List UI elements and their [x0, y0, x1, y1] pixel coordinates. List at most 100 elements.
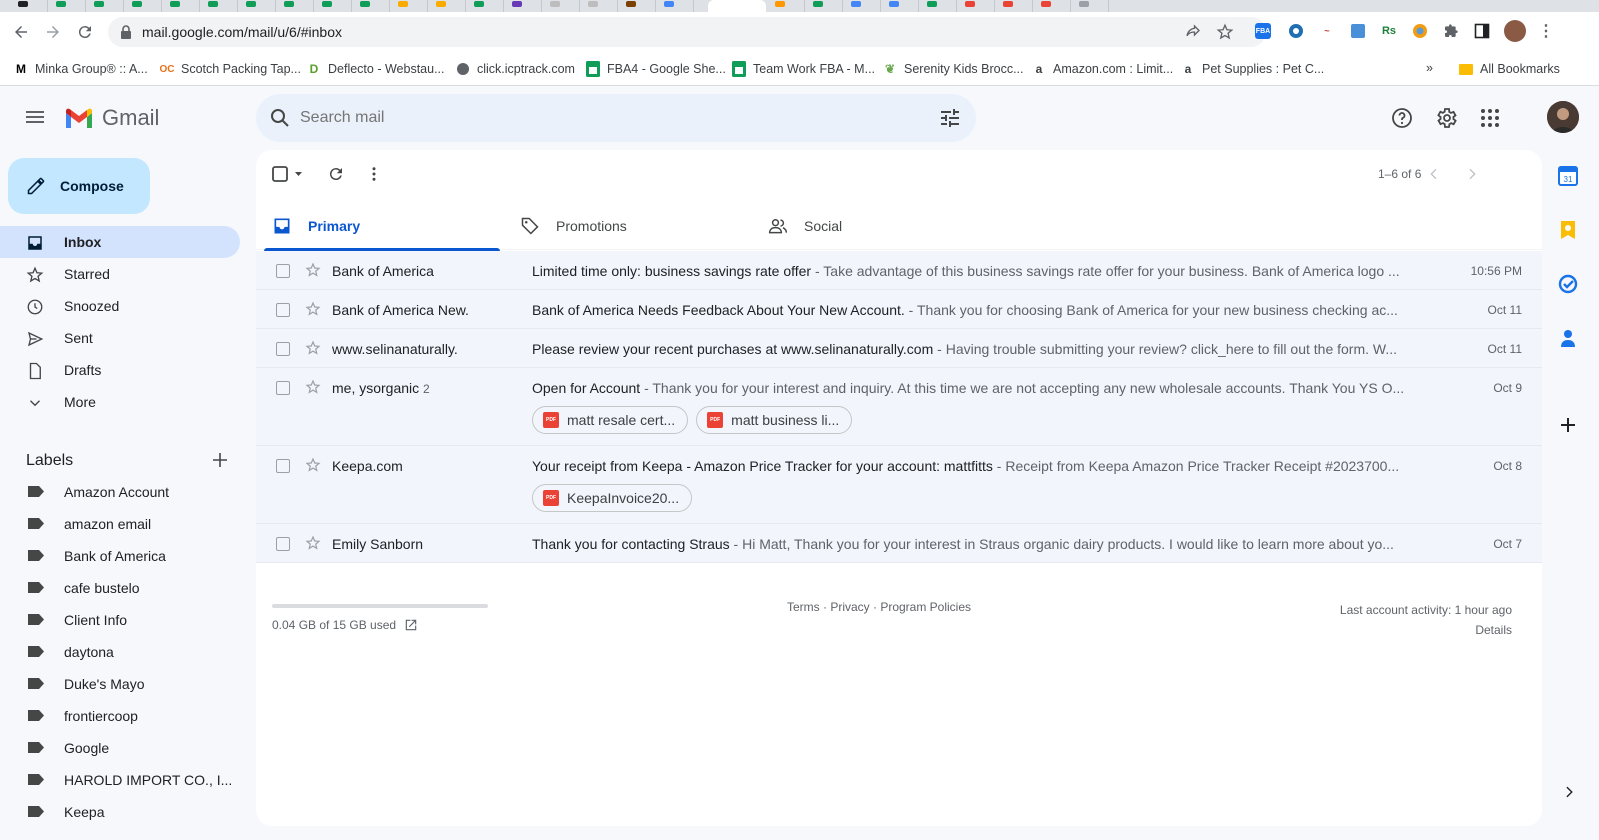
forward-button[interactable]: [41, 20, 65, 44]
browser-tab[interactable]: [843, 0, 881, 12]
keep-icon[interactable]: [1558, 220, 1578, 240]
label-item[interactable]: cafe bustelo: [0, 572, 240, 604]
refresh-button[interactable]: [324, 162, 348, 186]
gmail-logo[interactable]: Gmail: [64, 105, 159, 131]
browser-tab[interactable]: [162, 0, 200, 12]
search-options-icon[interactable]: [938, 106, 962, 130]
label-item[interactable]: Amazon Account: [0, 476, 240, 508]
tab-promotions[interactable]: Promotions: [504, 202, 748, 250]
expand-panel-icon[interactable]: [1562, 785, 1576, 799]
star-icon[interactable]: [305, 457, 321, 473]
label-item[interactable]: Duke's Mayo: [0, 668, 240, 700]
attachment-chip[interactable]: PDF matt resale cert...: [532, 406, 689, 434]
label-item[interactable]: HAROLD IMPORT CO., I...: [0, 764, 240, 796]
profile-avatar-icon[interactable]: [1504, 20, 1526, 42]
back-button[interactable]: [9, 20, 33, 44]
star-icon[interactable]: [305, 379, 321, 395]
row-checkbox[interactable]: [276, 264, 290, 278]
bookmark-item[interactable]: M Minka Group® :: A...: [13, 61, 148, 77]
browser-tab[interactable]: [1033, 0, 1071, 12]
browser-tab[interactable]: [86, 0, 124, 12]
email-row[interactable]: Keepa.com Your receipt from Keepa - Amaz…: [256, 446, 1542, 524]
browser-tab[interactable]: [1071, 0, 1109, 12]
browser-tab[interactable]: [504, 0, 542, 12]
bookmark-item[interactable]: ❦ Serenity Kids Brocc...: [882, 61, 1024, 77]
bookmark-item[interactable]: OC Scotch Packing Tap...: [159, 61, 301, 77]
star-icon[interactable]: [305, 340, 321, 356]
browser-tab[interactable]: [618, 0, 656, 12]
label-item[interactable]: Google: [0, 732, 240, 764]
compose-button[interactable]: Compose: [8, 158, 150, 214]
email-row[interactable]: Bank of America New. Bank of America Nee…: [256, 290, 1542, 329]
policies-links[interactable]: Terms · Privacy · Program Policies: [256, 600, 1502, 614]
row-checkbox[interactable]: [276, 459, 290, 473]
tab-social[interactable]: Social: [752, 202, 996, 250]
bookmark-star-icon[interactable]: [1216, 23, 1234, 41]
browser-tab[interactable]: [238, 0, 276, 12]
main-menu-icon[interactable]: [23, 105, 47, 129]
nav-item-more[interactable]: More: [0, 386, 240, 418]
search-icon[interactable]: [268, 106, 292, 130]
puzzle-icon[interactable]: [1441, 21, 1461, 41]
star-icon[interactable]: [305, 535, 321, 551]
browser-tab[interactable]: [466, 0, 504, 12]
address-bar[interactable]: mail.google.com/mail/u/6/#inbox: [108, 17, 1266, 47]
label-item[interactable]: daytona: [0, 636, 240, 668]
all-bookmarks-button[interactable]: All Bookmarks: [1458, 61, 1560, 77]
attachment-chip[interactable]: PDF matt business li...: [696, 406, 853, 434]
browser-tab[interactable]: [314, 0, 352, 12]
fba-extension-icon[interactable]: FBA: [1255, 23, 1271, 39]
nav-item-snoozed[interactable]: Snoozed: [0, 290, 240, 322]
bookmark-item[interactable]: Team Work FBA - M...: [731, 61, 875, 77]
extension-wave-icon[interactable]: ~: [1317, 21, 1337, 41]
browser-tab[interactable]: [767, 0, 805, 12]
row-checkbox[interactable]: [276, 342, 290, 356]
label-item[interactable]: amazon email: [0, 508, 240, 540]
browser-tab[interactable]: [580, 0, 618, 12]
settings-gear-icon[interactable]: [1434, 106, 1458, 130]
nav-item-starred[interactable]: Starred: [0, 258, 240, 290]
browser-tab[interactable]: [919, 0, 957, 12]
side-panel-icon[interactable]: [1472, 21, 1492, 41]
tab-primary[interactable]: Primary: [256, 202, 500, 251]
row-checkbox[interactable]: [276, 381, 290, 395]
label-item[interactable]: frontiercoop: [0, 700, 240, 732]
browser-tab[interactable]: [656, 0, 694, 12]
add-addon-icon[interactable]: [1558, 415, 1578, 435]
extension-circle-icon[interactable]: [1286, 21, 1306, 41]
browser-menu-icon[interactable]: ⋮: [1536, 21, 1556, 41]
browser-tab[interactable]: [957, 0, 995, 12]
extension-blue-icon[interactable]: [1348, 21, 1368, 41]
more-actions-button[interactable]: [362, 162, 386, 186]
newer-button[interactable]: [1422, 162, 1446, 186]
share-icon[interactable]: [1184, 23, 1202, 41]
star-icon[interactable]: [305, 262, 321, 278]
bookmark-item[interactable]: a Amazon.com : Limit...: [1031, 61, 1174, 77]
browser-tab[interactable]: [352, 0, 390, 12]
browser-tab[interactable]: [48, 0, 86, 12]
search-bar[interactable]: [256, 94, 976, 142]
browser-tab[interactable]: [390, 0, 428, 12]
bookmark-item[interactable]: FBA4 - Google She...: [585, 61, 726, 77]
apps-grid-icon[interactable]: [1478, 106, 1502, 130]
reload-button[interactable]: [73, 20, 97, 44]
active-browser-tab[interactable]: [708, 0, 766, 12]
add-label-icon[interactable]: [212, 452, 228, 468]
browser-tab[interactable]: [428, 0, 466, 12]
browser-tab[interactable]: [200, 0, 238, 12]
browser-tab[interactable]: [542, 0, 580, 12]
star-icon[interactable]: [305, 301, 321, 317]
select-all-checkbox[interactable]: [268, 162, 308, 186]
browser-tab[interactable]: [881, 0, 919, 12]
email-row[interactable]: www.selinanaturally. Please review your …: [256, 329, 1542, 368]
row-checkbox[interactable]: [276, 537, 290, 551]
open-in-new-icon[interactable]: [404, 618, 418, 632]
extension-rs-icon[interactable]: Rs: [1379, 21, 1399, 41]
attachment-chip[interactable]: PDF KeepaInvoice20...: [532, 484, 693, 512]
browser-tab[interactable]: [10, 0, 48, 12]
bookmark-item[interactable]: click.icptrack.com: [455, 61, 575, 77]
bookmarks-overflow-button[interactable]: »: [1426, 61, 1433, 75]
row-checkbox[interactable]: [276, 303, 290, 317]
calendar-icon[interactable]: 31: [1558, 166, 1578, 186]
nav-item-sent[interactable]: Sent: [0, 322, 240, 354]
